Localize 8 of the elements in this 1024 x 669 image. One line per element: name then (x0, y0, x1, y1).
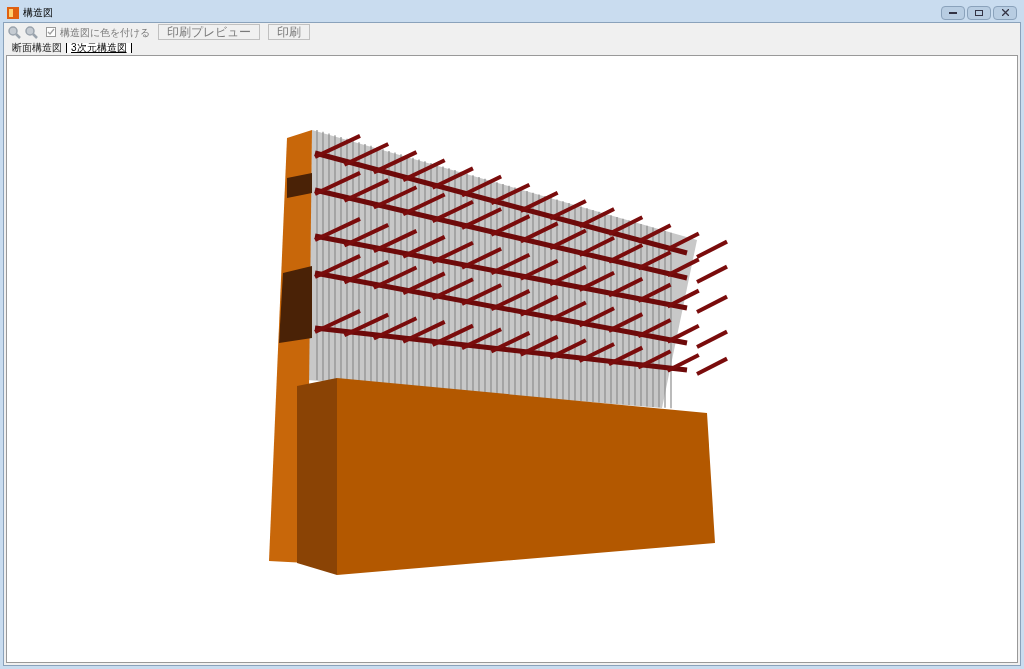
close-button[interactable] (993, 5, 1017, 20)
maximize-button[interactable] (967, 5, 991, 20)
check-icon (47, 28, 55, 36)
minimize-button[interactable] (941, 5, 965, 20)
app-icon (7, 6, 19, 19)
close-icon (1001, 9, 1009, 16)
view-tab[interactable]: 3次元構造図 (67, 43, 132, 53)
window-title: 構造図 (23, 6, 53, 20)
